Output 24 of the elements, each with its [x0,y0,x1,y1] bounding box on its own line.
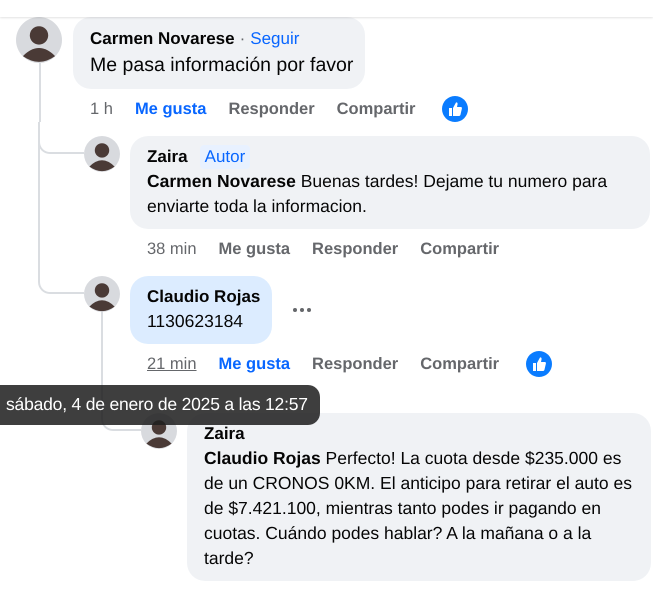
share-button[interactable]: Compartir [336,100,416,118]
like-button[interactable]: Me gusta [218,240,290,258]
like-button[interactable]: Me gusta [134,100,206,118]
comment-text: Claudio Rojas Perfecto! La cuota desde $235.000 es de un CRONOS 0KM. El anticipo para retirar el auto es de $7.421.100, mientras tanto podes ir pagando en cuotas. Cuándo podes hablar? A la mañana o a la tarde? [204,447,633,570]
comment-text: Carmen Novarese Buenas tardes! Dejame tu numero para enviarte toda la informacion. [147,170,608,218]
author-name[interactable]: Carmen Novarese [90,27,235,51]
separator-dot: · [240,28,246,50]
author-name[interactable]: Claudio Rojas [147,285,260,309]
like-button[interactable]: Me gusta [218,354,290,374]
author-badge: Autor [200,145,250,169]
comment-text: 1130623184 [147,310,244,333]
author-name[interactable]: Zaira [204,422,245,446]
tooltip: sábado, 4 de enero de 2025 a las 12:57 [0,385,320,425]
time-link[interactable]: 38 min [147,240,197,258]
reply-button[interactable]: Responder [312,240,398,258]
time-link[interactable]: 21 min [147,354,197,374]
follow-link[interactable]: Seguir [250,27,300,51]
share-button[interactable]: Compartir [420,354,500,374]
reply-button[interactable]: Responder [228,100,315,118]
time-link[interactable]: 1 h [90,100,113,118]
author-name[interactable]: Zaira [147,145,188,169]
share-button[interactable]: Compartir [420,240,500,258]
comment-text: Me pasa información por favor [90,53,354,78]
reply-button[interactable]: Responder [312,354,398,374]
